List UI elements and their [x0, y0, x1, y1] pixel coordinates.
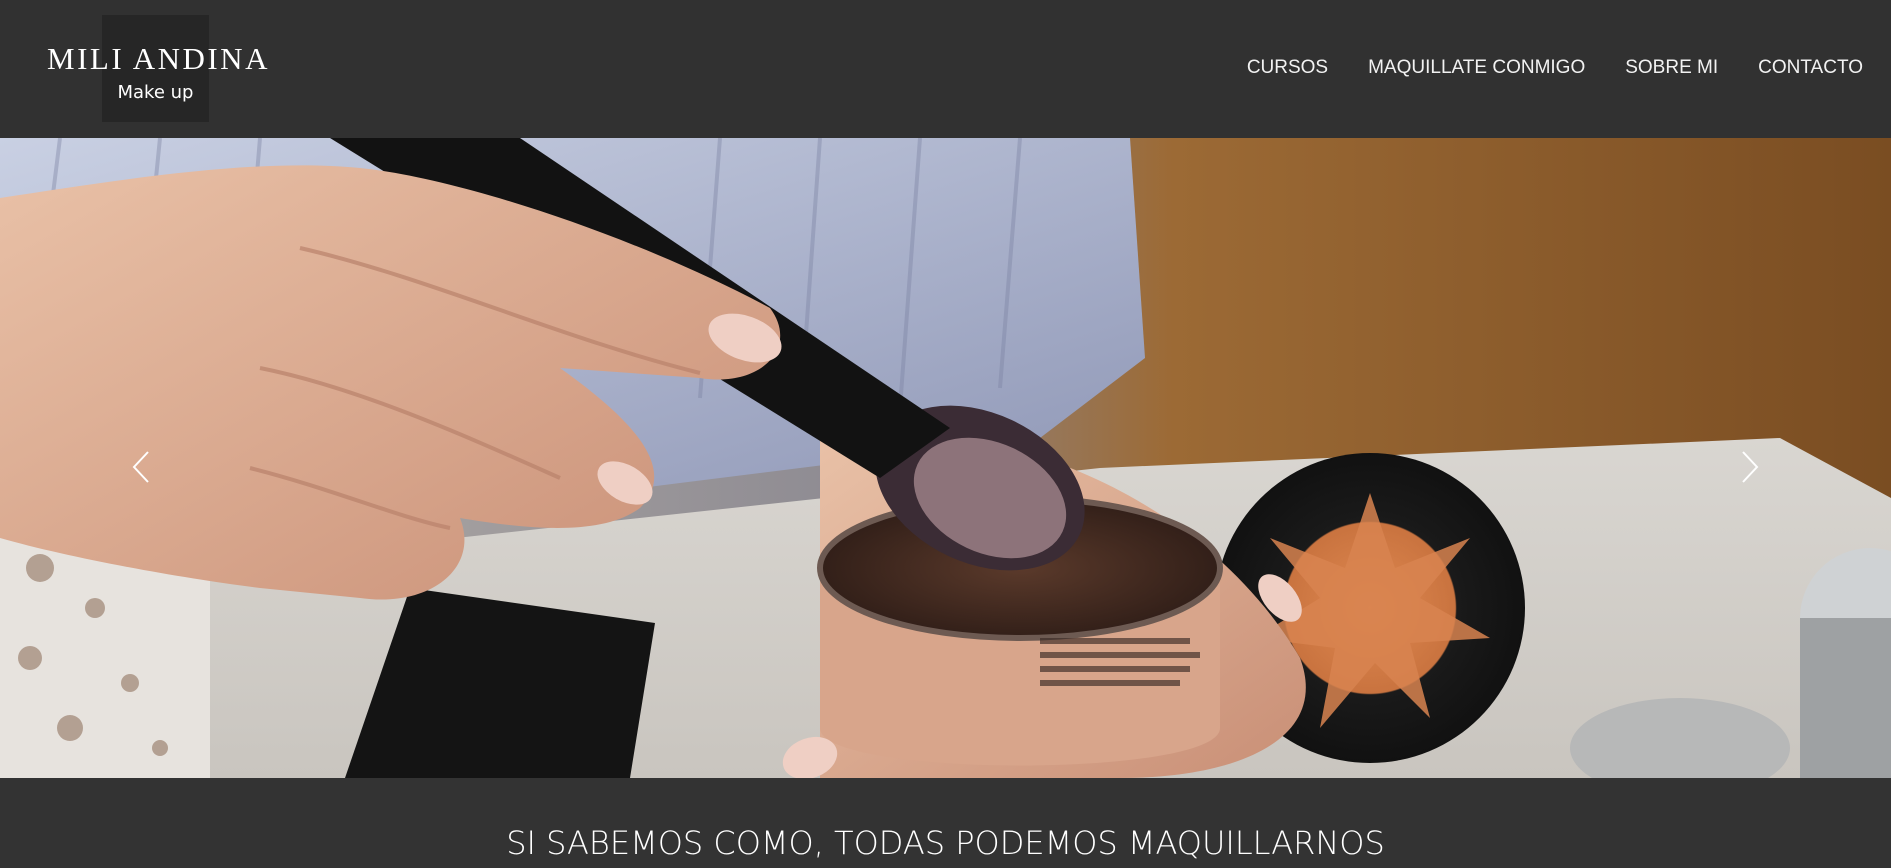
brand-subtitle: Make up	[117, 82, 194, 103]
slider-next-button[interactable]	[1733, 442, 1763, 492]
nav-item-maquillate-conmigo[interactable]: MAQUILLATE CONMIGO	[1368, 57, 1585, 79]
brand-logo[interactable]: MILI ANDINA Make up	[36, 15, 281, 123]
brand-name: MILI ANDINA	[47, 41, 270, 76]
chevron-left-icon	[132, 451, 149, 483]
nav-item-sobre-mi[interactable]: SOBRE MI	[1625, 57, 1718, 79]
slider-prev-button[interactable]	[128, 442, 158, 492]
page: MILI ANDINA Make up CURSOS MAQUILLATE CO…	[0, 0, 1891, 868]
hero-slider	[0, 138, 1891, 778]
site-header: MILI ANDINA Make up CURSOS MAQUILLATE CO…	[0, 0, 1891, 138]
hero-image	[0, 138, 1891, 778]
nav-item-cursos[interactable]: CURSOS	[1247, 57, 1328, 79]
tagline-heading: SI SABEMOS COMO, TODAS PODEMOS MAQUILLAR…	[506, 824, 1385, 862]
chevron-right-icon	[1742, 451, 1759, 483]
tagline-section: SI SABEMOS COMO, TODAS PODEMOS MAQUILLAR…	[0, 778, 1891, 868]
nav-item-contacto[interactable]: CONTACTO	[1758, 57, 1863, 79]
main-nav: CURSOS MAQUILLATE CONMIGO SOBRE MI CONTA…	[1247, 57, 1863, 79]
